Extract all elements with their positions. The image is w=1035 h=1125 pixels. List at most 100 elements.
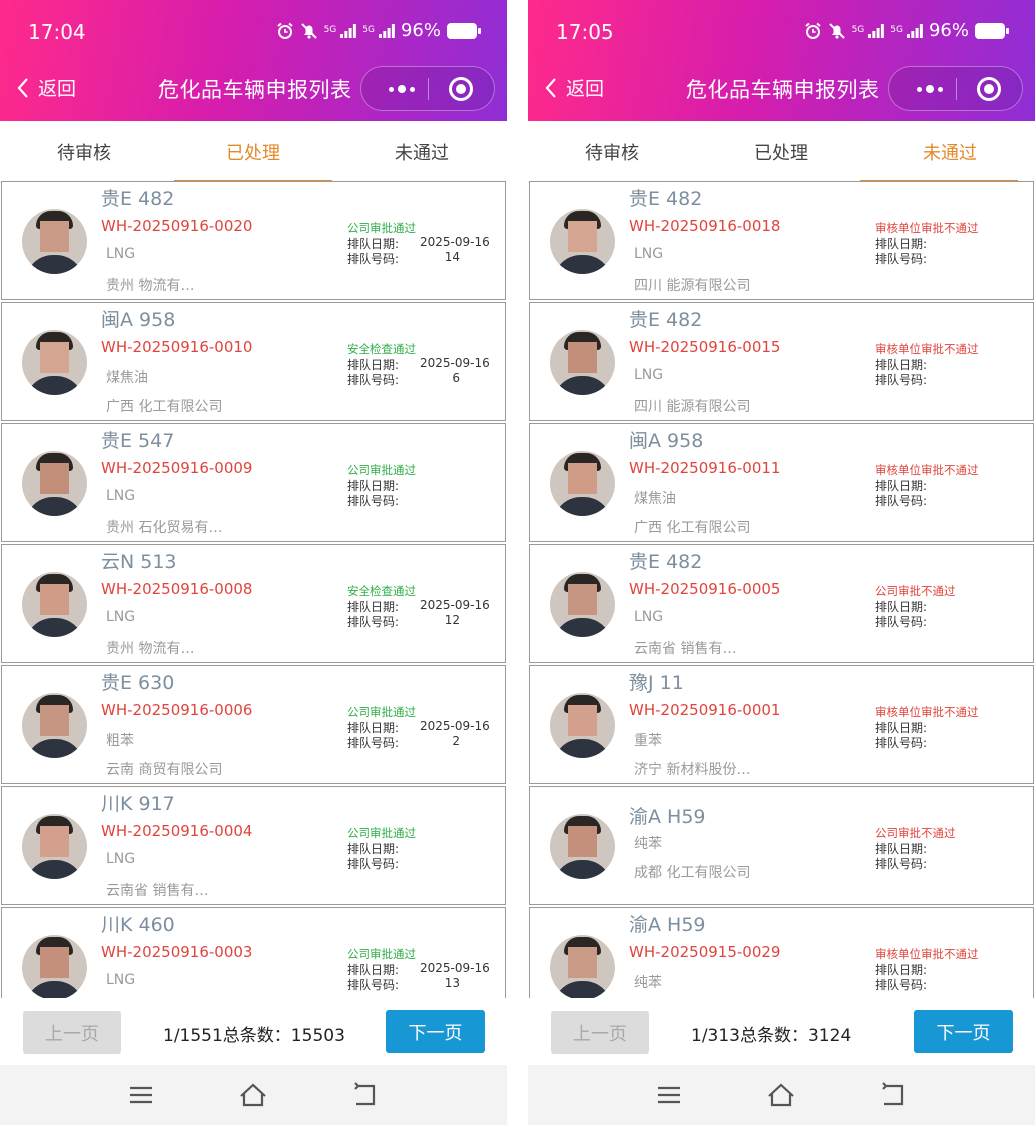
declaration-code: WH-20250916-0015 [629,338,781,356]
driver-avatar [22,451,87,516]
back-button[interactable]: 返回 [16,74,76,101]
declaration-card[interactable]: 闽A 958 WH-20250916-0010 煤焦油 广西 化工有限公司 安全… [1,302,506,421]
declaration-card[interactable]: 渝A H59 WH-20250915-0029 纯苯 审核单位审批不通过 排队日… [529,907,1034,998]
network-5g-label: 5G [890,25,903,35]
battery-icon [975,22,1009,39]
queue-number: 6 [452,371,460,385]
page-info: 1/1551总条数：15503 [163,1026,345,1046]
prev-page-button[interactable]: 上一页 [551,1011,649,1054]
battery-percent: 96% [928,20,969,41]
declaration-card[interactable]: 川K 917 WH-20250916-0004 LNG 云南省 销售有… 公司审… [1,786,506,905]
declaration-code: WH-20250916-0008 [101,580,253,598]
page-title: 危化品车辆申报列表 [158,78,352,102]
company-name: 云南省 销售有… [634,641,737,657]
capsule-divider [428,78,429,100]
declaration-card[interactable]: 贵E 630 WH-20250916-0006 粗苯 云南 商贸有限公司 公司审… [1,665,506,784]
back-button[interactable]: 返回 [544,74,604,101]
queue-number: 12 [444,613,460,627]
declaration-code: WH-20250916-0011 [629,459,781,477]
queue-number-label: 排队号码: [347,857,400,871]
declaration-card[interactable]: 贵E 547 WH-20250916-0009 LNG 贵州 石化贸易有… 公司… [1,423,506,542]
declaration-card[interactable]: 渝A H59 纯苯 成都 化工有限公司 公司审批不通过 排队日期: 排队号码: [529,786,1034,905]
declaration-card[interactable]: 贵E 482 WH-20250916-0018 LNG 四川 能源有限公司 审核… [529,181,1034,300]
miniprogram-capsule [888,66,1023,111]
cargo-name: LNG [106,488,136,504]
more-dots-icon[interactable] [379,77,425,101]
network-5g-label: 5G [851,25,865,35]
chevron-left-icon [545,77,556,98]
network-5g-label: 5G [362,25,375,35]
declaration-card[interactable]: 贵E 482 WH-20250916-0015 LNG 四川 能源有限公司 审核… [529,302,1034,421]
cargo-name: 煤焦油 [106,370,148,386]
declaration-card[interactable]: 闽A 958 WH-20250916-0011 煤焦油 广西 化工有限公司 审核… [529,423,1034,542]
tab-rejected[interactable]: 未通过 [395,139,449,165]
queue-date: 2025-09-16 [420,719,490,733]
back-label: 返回 [38,78,77,100]
declaration-card[interactable]: 豫J 11 WH-20250916-0001 重苯 济宁 新材料股份… 审核单位… [529,665,1034,784]
menu-icon[interactable] [126,1081,156,1109]
declaration-code: WH-20250916-0005 [629,580,781,598]
declaration-code: WH-20250915-0029 [629,943,781,961]
declaration-card[interactable]: 川K 460 WH-20250916-0003 LNG 公司审批通过 排队日期:… [1,907,506,998]
page-info: 1/313总条数：3124 [691,1026,852,1046]
company-name: 广西 化工有限公司 [106,399,223,415]
alarm-icon [276,22,293,39]
vehicle-plate: 渝A H59 [629,914,706,936]
declaration-code: WH-20250916-0010 [101,338,253,356]
vehicle-plate: 闽A 958 [629,430,704,452]
queue-number-label: 排队号码: [875,252,928,266]
approval-status: 安全检查通过 [347,342,416,356]
approval-status: 公司审批通过 [347,947,416,961]
approval-status: 公司审批通过 [347,826,416,840]
target-icon[interactable] [449,77,473,101]
approval-status: 公司审批不通过 [875,826,956,840]
cargo-name: LNG [634,367,664,383]
vehicle-plate: 贵E 482 [629,309,703,331]
vehicle-plate: 渝A H59 [629,806,706,828]
status-time: 17:04 [28,20,86,44]
cargo-name: 纯苯 [634,836,662,852]
menu-icon[interactable] [654,1081,684,1109]
queue-number-label: 排队号码: [875,494,928,508]
tab-processed[interactable]: 已处理 [754,139,808,165]
network-5g-label: 5G [323,25,337,35]
return-icon[interactable] [350,1081,380,1109]
next-page-button[interactable]: 下一页 [386,1010,485,1053]
driver-avatar [550,814,615,879]
declaration-card[interactable]: 贵E 482 WH-20250916-0020 LNG 贵州 物流有… 公司审批… [1,181,506,300]
vehicle-plate: 川K 460 [101,914,175,936]
company-name: 四川 能源有限公司 [634,399,751,415]
declaration-card[interactable]: 贵E 482 WH-20250916-0005 LNG 云南省 销售有… 公司审… [529,544,1034,663]
back-label: 返回 [566,78,605,100]
return-icon[interactable] [878,1081,908,1109]
declaration-code: WH-20250916-0004 [101,822,253,840]
more-dots-icon[interactable] [907,77,953,101]
next-page-button[interactable]: 下一页 [914,1010,1013,1053]
queue-number: 2 [452,734,460,748]
target-icon[interactable] [977,77,1001,101]
queue-number-label: 排队号码: [875,736,928,750]
signal-icon [868,23,885,38]
top-bar: 17:05 5G 5G 96% 返回 危化品车辆申报列表 [528,0,1035,121]
driver-avatar [22,814,87,879]
driver-avatar [550,330,615,395]
home-icon[interactable] [766,1081,796,1109]
pagination-bar: 上一页 1/313总条数：3124 下一页 [528,998,1035,1065]
queue-number-label: 排队号码: [875,615,928,629]
declaration-card[interactable]: 云N 513 WH-20250916-0008 LNG 贵州 物流有… 安全检查… [1,544,506,663]
capsule-divider [956,78,957,100]
driver-avatar [22,209,87,274]
tab-processed[interactable]: 已处理 [226,139,280,165]
tab-bar: 待审核 已处理 未通过 [528,121,1035,183]
approval-status: 安全检查通过 [347,584,416,598]
home-icon[interactable] [238,1081,268,1109]
company-name: 云南省 销售有… [106,883,209,899]
prev-page-button[interactable]: 上一页 [23,1011,121,1054]
company-name: 贵州 物流有… [106,278,195,294]
driver-avatar [22,693,87,758]
tab-rejected[interactable]: 未通过 [923,139,977,165]
page-title: 危化品车辆申报列表 [686,78,880,102]
tab-pending[interactable]: 待审核 [585,139,639,165]
declaration-code: WH-20250916-0009 [101,459,253,477]
tab-pending[interactable]: 待审核 [57,139,111,165]
